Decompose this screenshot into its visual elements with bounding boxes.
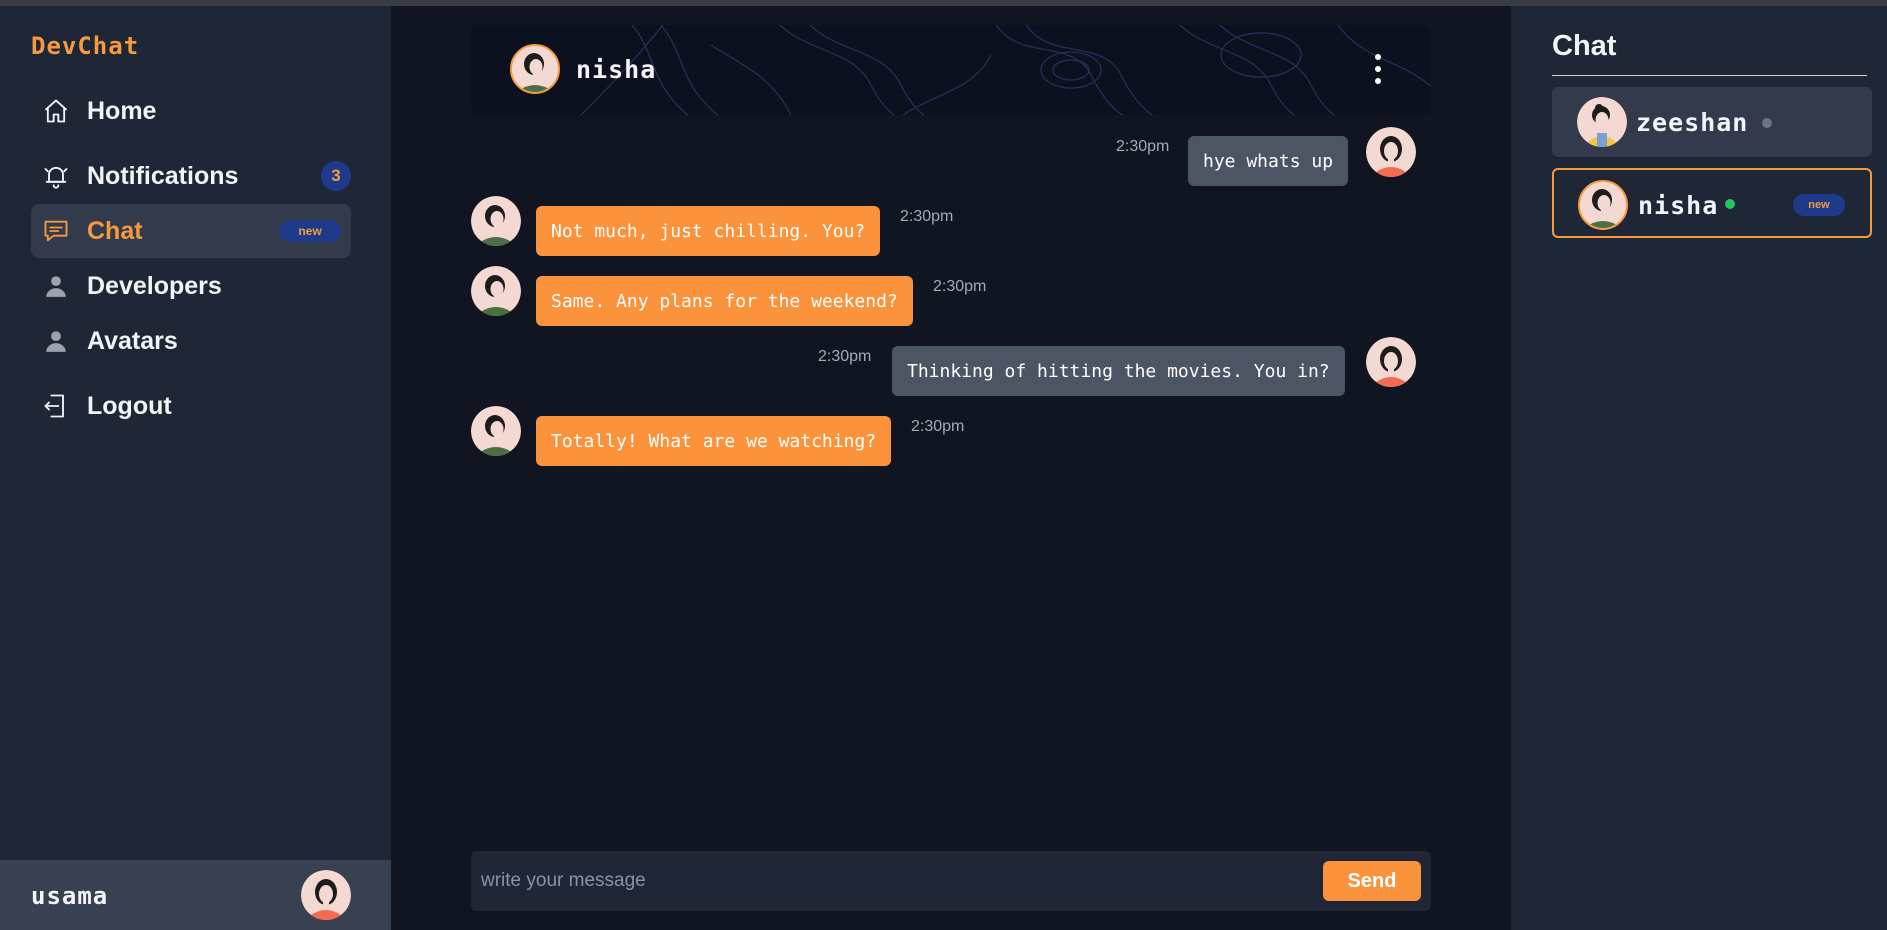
home-icon [41,96,71,126]
sidebar-item-notifications[interactable]: Notifications 3 [31,149,351,203]
sidebar-item-logout[interactable]: Logout [31,379,351,433]
avatar[interactable] [301,870,351,925]
sidebar-item-label: Developers [87,271,222,300]
logout-icon [41,391,71,421]
current-user-name: usama [31,882,109,910]
brand-logo[interactable]: DevChat [31,32,139,60]
user-icon [41,326,71,356]
status-online-indicator [1725,199,1735,209]
avatar [1366,337,1416,392]
bell-icon [41,161,71,191]
message-time: 2:30pm [911,418,965,435]
message-bubble: hye whats up [1188,136,1349,186]
sidebar-item-home[interactable]: Home [31,84,351,138]
panel-title: Chat [1552,30,1617,62]
message-time: 2:30pm [933,278,987,295]
sidebar-item-chat[interactable]: Chat new [31,204,351,258]
contact-name: zeeshan [1636,108,1749,137]
message-bubble: Same. Any plans for the weekend? [536,276,913,326]
left-sidebar: DevChat Home Notifications 3 Chat new De… [0,6,391,930]
message-input[interactable] [481,865,1281,897]
sidebar-item-label: Notifications [87,161,239,190]
new-badge: new [279,220,341,242]
message-time: 2:30pm [900,208,954,225]
sidebar-item-label: Logout [87,391,172,420]
sidebar-item-label: Avatars [87,326,178,355]
message-bubble: Thinking of hitting the movies. You in? [892,346,1345,396]
avatar [471,406,521,461]
sidebar-item-avatars[interactable]: Avatars [31,314,351,368]
sidebar-item-developers[interactable]: Developers [31,259,351,313]
contact-item-zeeshan[interactable]: zeeshan [1552,87,1872,157]
avatar [1577,97,1627,152]
sidebar-item-label: Home [87,96,157,125]
avatar [1578,180,1628,235]
notification-count-badge: 3 [321,161,351,191]
avatar[interactable] [510,44,560,99]
message-composer: Send [471,851,1431,911]
current-user-bar[interactable]: usama [0,860,391,930]
chat-bubble-icon [41,216,71,246]
message-bubble: Not much, just chilling. You? [536,206,881,256]
contact-item-nisha[interactable]: nisha new [1552,168,1872,238]
new-badge: new [1793,194,1845,216]
message-time: 2:30pm [1116,138,1170,155]
status-offline-indicator [1762,118,1772,128]
conversation-list-panel: Chat zeeshan nisha new [1511,6,1887,930]
chat-area: nisha 2:30pm hye whats up Not much, just… [391,6,1511,930]
send-button[interactable]: Send [1323,861,1421,901]
app-root: DevChat Home Notifications 3 Chat new De… [0,6,1887,930]
avatar [471,196,521,251]
message-bubble: Totally! What are we watching? [536,416,892,466]
chat-header: nisha [471,25,1431,115]
more-options-icon[interactable] [1373,54,1383,84]
user-icon [41,271,71,301]
contact-name: nisha [1638,191,1719,220]
message-time: 2:30pm [818,348,872,365]
avatar [1366,127,1416,182]
avatar [471,266,521,321]
divider [1552,75,1867,76]
sidebar-item-label: Chat [87,216,143,245]
chat-contact-name: nisha [576,55,657,84]
